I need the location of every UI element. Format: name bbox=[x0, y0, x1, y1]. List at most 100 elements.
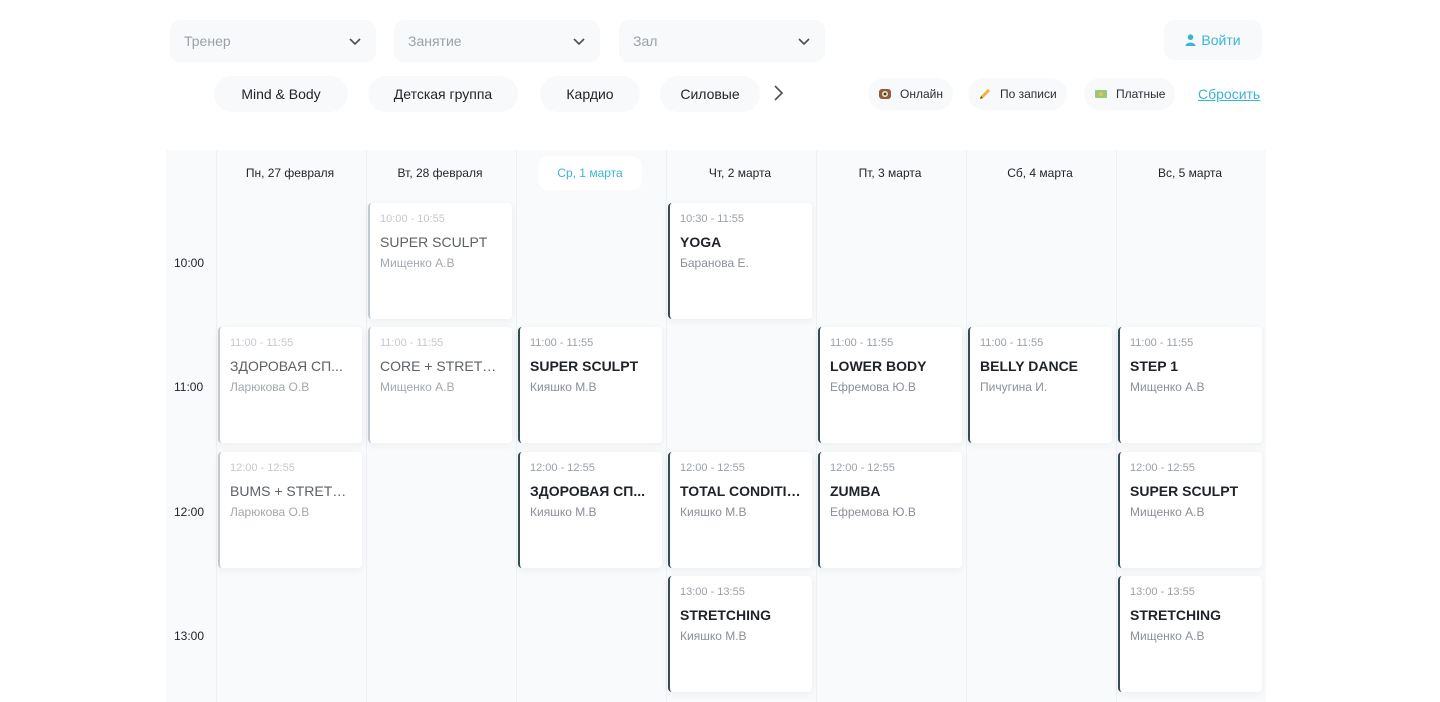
class-card[interactable]: 11:00 - 11:55 ЗДОРОВАЯ СП... Ларюкова О.В bbox=[218, 327, 362, 443]
class-coach: Мищенко А.В bbox=[1130, 629, 1205, 643]
webcam-icon bbox=[879, 89, 891, 99]
class-card[interactable]: 10:30 - 11:55 YOGA Баранова Е. bbox=[668, 203, 812, 319]
class-card[interactable]: 13:00 - 13:55 STRETCHING Мищенко А.В bbox=[1118, 576, 1262, 692]
hall-select-placeholder: Зал bbox=[633, 33, 658, 49]
class-name: YOGA bbox=[680, 234, 722, 250]
grid-column-divider bbox=[666, 150, 667, 702]
day-header[interactable]: Ср, 1 марта bbox=[538, 156, 642, 190]
filter-paid[interactable]: Платные bbox=[1084, 78, 1176, 110]
class-name: SUPER SCULPT bbox=[530, 358, 639, 374]
class-card[interactable]: 11:00 - 11:55 BELLY DANCE Пичугина И. bbox=[968, 327, 1112, 443]
class-time: 12:00 - 12:55 bbox=[680, 462, 745, 474]
class-coach: Пичугина И. bbox=[980, 380, 1048, 394]
grid-column-divider bbox=[216, 150, 217, 702]
class-card[interactable]: 11:00 - 11:55 SUPER SCULPT Кияшко М.В bbox=[518, 327, 662, 443]
filter-paid-label: Платные bbox=[1116, 87, 1166, 101]
class-card[interactable]: 11:00 - 11:55 CORE + STRETCH Мищенко А.В bbox=[368, 327, 512, 443]
class-coach: Мищенко А.В bbox=[380, 380, 455, 394]
category-pill-mind-body[interactable]: Mind & Body bbox=[214, 76, 348, 112]
class-coach: Мищенко А.В bbox=[1130, 505, 1205, 519]
class-time: 12:00 - 12:55 bbox=[530, 462, 595, 474]
class-card[interactable]: 12:00 - 12:55 TOTAL CONDITION Кияшко М.В bbox=[668, 452, 812, 568]
category-pill-strength[interactable]: Силовые bbox=[660, 76, 760, 112]
category-pill-cardio[interactable]: Кардио bbox=[540, 76, 640, 112]
class-name: SUPER SCULPT bbox=[1130, 483, 1239, 499]
time-label: 11:00 bbox=[174, 380, 204, 394]
class-time: 13:00 - 13:55 bbox=[680, 586, 745, 598]
category-pill-kids[interactable]: Детская группа bbox=[368, 76, 518, 112]
trainer-select[interactable]: Тренер bbox=[170, 20, 376, 62]
trainer-select-placeholder: Тренер bbox=[184, 33, 231, 49]
class-name: LOWER BODY bbox=[830, 358, 927, 374]
class-card[interactable]: 11:00 - 11:55 STEP 1 Мищенко А.В bbox=[1118, 327, 1262, 443]
hall-select[interactable]: Зал bbox=[619, 20, 825, 62]
reset-filters-link[interactable]: Сбросить bbox=[1198, 86, 1260, 102]
class-time: 13:00 - 13:55 bbox=[1130, 586, 1195, 598]
class-time: 12:00 - 12:55 bbox=[230, 462, 295, 474]
category-pill-label: Силовые bbox=[680, 86, 740, 102]
category-pill-label: Кардио bbox=[566, 86, 614, 102]
day-header[interactable]: Чт, 2 марта bbox=[675, 156, 805, 190]
day-header[interactable]: Сб, 4 марта bbox=[975, 156, 1105, 190]
class-card[interactable]: 12:00 - 12:55 SUPER SCULPT Мищенко А.В bbox=[1118, 452, 1262, 568]
filter-booking-label: По записи bbox=[1000, 87, 1057, 101]
class-time: 11:00 - 11:55 bbox=[1130, 337, 1194, 349]
class-name: CORE + STRETCH bbox=[380, 358, 502, 374]
class-time: 11:00 - 11:55 bbox=[530, 337, 594, 349]
class-coach: Ефремова Ю.В bbox=[830, 505, 916, 519]
activity-select-placeholder: Занятие bbox=[408, 33, 462, 49]
day-header[interactable]: Вс, 5 марта bbox=[1125, 156, 1255, 190]
category-pill-label: Mind & Body bbox=[241, 86, 321, 102]
class-time: 12:00 - 12:55 bbox=[830, 462, 895, 474]
class-card[interactable]: 12:00 - 12:55 ЗДОРОВАЯ СП... Кияшко М.В bbox=[518, 452, 662, 568]
category-pill-label: Детская группа bbox=[393, 86, 493, 102]
filter-booking[interactable]: По записи bbox=[968, 78, 1067, 110]
chevron-down-icon bbox=[798, 38, 810, 46]
class-card[interactable]: 12:00 - 12:55 ZUMBA Ефремова Ю.В bbox=[818, 452, 962, 568]
time-label: 12:00 bbox=[174, 505, 205, 519]
time-label: 10:00 bbox=[174, 256, 205, 270]
grid-column-divider bbox=[816, 150, 817, 702]
money-icon bbox=[1095, 90, 1107, 98]
class-coach: Кияшко М.В bbox=[680, 505, 747, 519]
class-name: SUPER SCULPT bbox=[380, 234, 488, 250]
activity-select[interactable]: Занятие bbox=[394, 20, 600, 62]
class-time: 11:00 - 11:55 bbox=[230, 337, 294, 349]
class-name: STRETCHING bbox=[680, 607, 771, 623]
class-coach: Ларюкова О.В bbox=[230, 380, 310, 394]
chevron-right-icon[interactable] bbox=[770, 84, 786, 102]
grid-column-divider bbox=[1116, 150, 1117, 702]
class-card[interactable]: 11:00 - 11:55 LOWER BODY Ефремова Ю.В bbox=[818, 327, 962, 443]
class-time: 10:30 - 11:55 bbox=[680, 213, 745, 225]
class-name: BELLY DANCE bbox=[980, 358, 1079, 374]
day-header[interactable]: Пн, 27 февраля bbox=[225, 156, 355, 190]
class-name: STRETCHING bbox=[1130, 607, 1221, 623]
grid-column-divider bbox=[966, 150, 967, 702]
class-coach: Кияшко М.В bbox=[530, 505, 597, 519]
class-name: ZUMBA bbox=[830, 483, 881, 499]
class-card[interactable]: 13:00 - 13:55 STRETCHING Кияшко М.В bbox=[668, 576, 812, 692]
class-coach: Ларюкова О.В bbox=[230, 505, 310, 519]
class-time: 11:00 - 11:55 bbox=[830, 337, 894, 349]
day-header[interactable]: Пт, 3 марта bbox=[825, 156, 955, 190]
class-time: 10:00 - 10:55 bbox=[380, 213, 445, 225]
class-name: BUMS + STRETCH bbox=[230, 483, 352, 499]
class-card[interactable]: 10:00 - 10:55 SUPER SCULPT Мищенко А.В bbox=[368, 203, 512, 319]
login-button[interactable]: Войти bbox=[1164, 20, 1262, 60]
class-coach: Баранова Е. bbox=[680, 256, 749, 270]
filter-online-label: Онлайн bbox=[900, 87, 943, 101]
filter-online[interactable]: Онлайн bbox=[868, 78, 953, 110]
class-card[interactable]: 12:00 - 12:55 BUMS + STRETCH Ларюкова О.В bbox=[218, 452, 362, 568]
class-coach: Кияшко М.В bbox=[680, 629, 747, 643]
class-name: STEP 1 bbox=[1130, 358, 1178, 374]
class-time: 11:00 - 11:55 bbox=[380, 337, 444, 349]
chevron-down-icon bbox=[349, 38, 361, 46]
pencil-icon bbox=[980, 89, 990, 99]
class-coach: Мищенко А.В bbox=[380, 256, 455, 270]
class-coach: Ефремова Ю.В bbox=[830, 380, 916, 394]
grid-column-divider bbox=[366, 150, 367, 702]
user-icon bbox=[1185, 34, 1196, 46]
class-coach: Мищенко А.В bbox=[1130, 380, 1205, 394]
day-header[interactable]: Вт, 28 февраля bbox=[375, 156, 505, 190]
grid-column-divider bbox=[516, 150, 517, 702]
